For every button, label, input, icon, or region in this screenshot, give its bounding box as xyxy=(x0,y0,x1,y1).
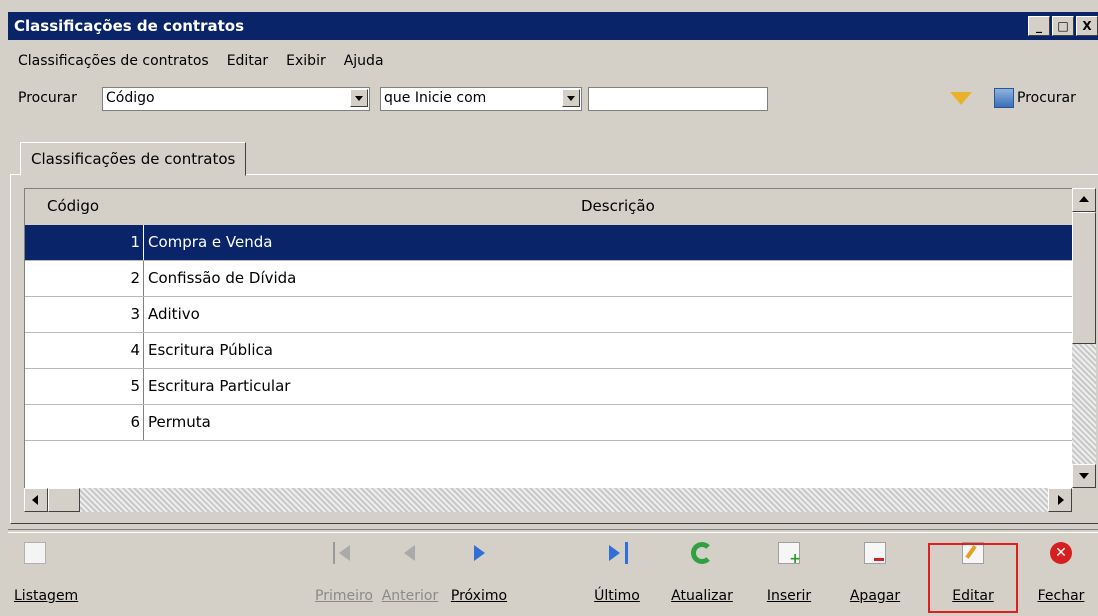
vertical-scrollbar[interactable] xyxy=(1072,188,1096,488)
proximo-button[interactable]: Próximo xyxy=(444,536,514,616)
search-bar: Procurar Código que Inicie com Procurar xyxy=(8,84,1098,116)
search-field-select[interactable]: Código xyxy=(102,87,370,111)
menu-bar: Classificações de contratos Editar Exibi… xyxy=(8,44,392,78)
next-record-icon xyxy=(468,542,490,564)
anterior-label: Anterior xyxy=(381,588,439,604)
grid-header: Código Descrição xyxy=(25,189,1073,225)
last-record-icon xyxy=(606,542,628,564)
apagar-label: Apagar xyxy=(849,588,901,604)
editar-highlight-box xyxy=(928,543,1018,613)
toolbar-separator xyxy=(8,529,1098,533)
delete-icon xyxy=(864,542,886,564)
cell-descricao: Confissão de Dívida xyxy=(148,269,297,287)
cell-descricao: Aditivo xyxy=(148,305,200,323)
table-row[interactable]: 5 Escritura Particular xyxy=(25,369,1073,405)
title-bar: Classificações de contratos _ □ X xyxy=(8,12,1098,40)
horizontal-scrollbar[interactable] xyxy=(24,488,1072,512)
listagem-label: Listagem xyxy=(14,588,79,604)
search-input[interactable] xyxy=(588,87,768,111)
insert-icon xyxy=(778,542,801,567)
cell-codigo: 6 xyxy=(25,405,144,440)
cell-descricao: Escritura Particular xyxy=(148,377,291,395)
chevron-down-icon[interactable] xyxy=(350,89,368,107)
column-header-codigo[interactable]: Código xyxy=(47,197,99,215)
tab-classificacoes[interactable]: Classificações de contratos xyxy=(20,142,247,176)
ultimo-button[interactable]: Último xyxy=(590,536,644,616)
primeiro-button[interactable]: Primeiro xyxy=(312,536,376,616)
cell-codigo: 1 xyxy=(25,225,144,260)
previous-record-icon xyxy=(399,542,421,564)
horizontal-scroll-thumb[interactable] xyxy=(48,488,80,512)
table-row[interactable]: 4 Escritura Pública xyxy=(25,333,1073,369)
cell-codigo: 2 xyxy=(25,261,144,296)
close-window-button[interactable]: X xyxy=(1076,16,1098,36)
search-label: Procurar xyxy=(18,90,77,106)
search-button-label: Procurar xyxy=(1017,90,1076,106)
filter-icon[interactable] xyxy=(950,92,972,105)
search-condition-value: que Inicie com xyxy=(384,90,487,106)
inserir-button[interactable]: Inserir xyxy=(754,536,824,616)
primeiro-label: Primeiro xyxy=(315,588,373,604)
fechar-button[interactable]: ✕ Fechar xyxy=(1026,536,1096,616)
window-title: Classificações de contratos xyxy=(14,17,245,35)
scroll-right-button[interactable] xyxy=(1048,488,1072,512)
cell-descricao: Permuta xyxy=(148,413,211,431)
chevron-down-icon[interactable] xyxy=(562,89,580,107)
menu-ajuda[interactable]: Ajuda xyxy=(344,53,384,69)
maximize-button[interactable]: □ xyxy=(1052,16,1074,36)
atualizar-label: Atualizar xyxy=(671,588,733,604)
close-icon: ✕ xyxy=(1050,542,1072,564)
window: Classificações de contratos _ □ X Classi… xyxy=(0,0,1098,616)
table-row[interactable]: 1 Compra e Venda xyxy=(25,225,1073,261)
cell-codigo: 4 xyxy=(25,333,144,368)
search-icon xyxy=(994,88,1014,108)
proximo-label: Próximo xyxy=(450,588,508,604)
cell-descricao: Escritura Pública xyxy=(148,341,273,359)
table-row[interactable]: 6 Permuta xyxy=(25,405,1073,441)
menu-exibir[interactable]: Exibir xyxy=(286,53,326,69)
listing-icon xyxy=(24,542,46,564)
vertical-scroll-thumb[interactable] xyxy=(1072,212,1096,344)
table-row[interactable]: 2 Confissão de Dívida xyxy=(25,261,1073,297)
cell-descricao: Compra e Venda xyxy=(148,233,273,251)
menu-classificacoes[interactable]: Classificações de contratos xyxy=(18,53,209,69)
refresh-icon xyxy=(691,542,713,564)
table-row[interactable]: 3 Aditivo xyxy=(25,297,1073,333)
menu-editar[interactable]: Editar xyxy=(227,53,268,69)
anterior-button[interactable]: Anterior xyxy=(378,536,442,616)
search-button[interactable]: Procurar xyxy=(994,88,1076,108)
column-header-descricao[interactable]: Descrição xyxy=(581,197,655,215)
first-record-icon xyxy=(333,542,357,564)
inserir-label: Inserir xyxy=(766,588,812,604)
atualizar-button[interactable]: Atualizar xyxy=(662,536,742,616)
listagem-button[interactable]: Listagem xyxy=(14,536,84,616)
scroll-left-button[interactable] xyxy=(24,488,48,512)
data-grid: Código Descrição 1 Compra e Venda 2 Conf… xyxy=(24,188,1073,489)
apagar-button[interactable]: Apagar xyxy=(840,536,910,616)
scroll-down-button[interactable] xyxy=(1072,464,1096,488)
minimize-button[interactable]: _ xyxy=(1028,16,1050,36)
cell-codigo: 5 xyxy=(25,369,144,404)
window-controls: _ □ X xyxy=(1028,16,1098,36)
cell-codigo: 3 xyxy=(25,297,144,332)
search-condition-select[interactable]: que Inicie com xyxy=(380,87,582,111)
scroll-up-button[interactable] xyxy=(1072,188,1096,212)
fechar-label: Fechar xyxy=(1037,588,1085,604)
search-field-value: Código xyxy=(106,90,155,106)
ultimo-label: Último xyxy=(594,588,640,604)
